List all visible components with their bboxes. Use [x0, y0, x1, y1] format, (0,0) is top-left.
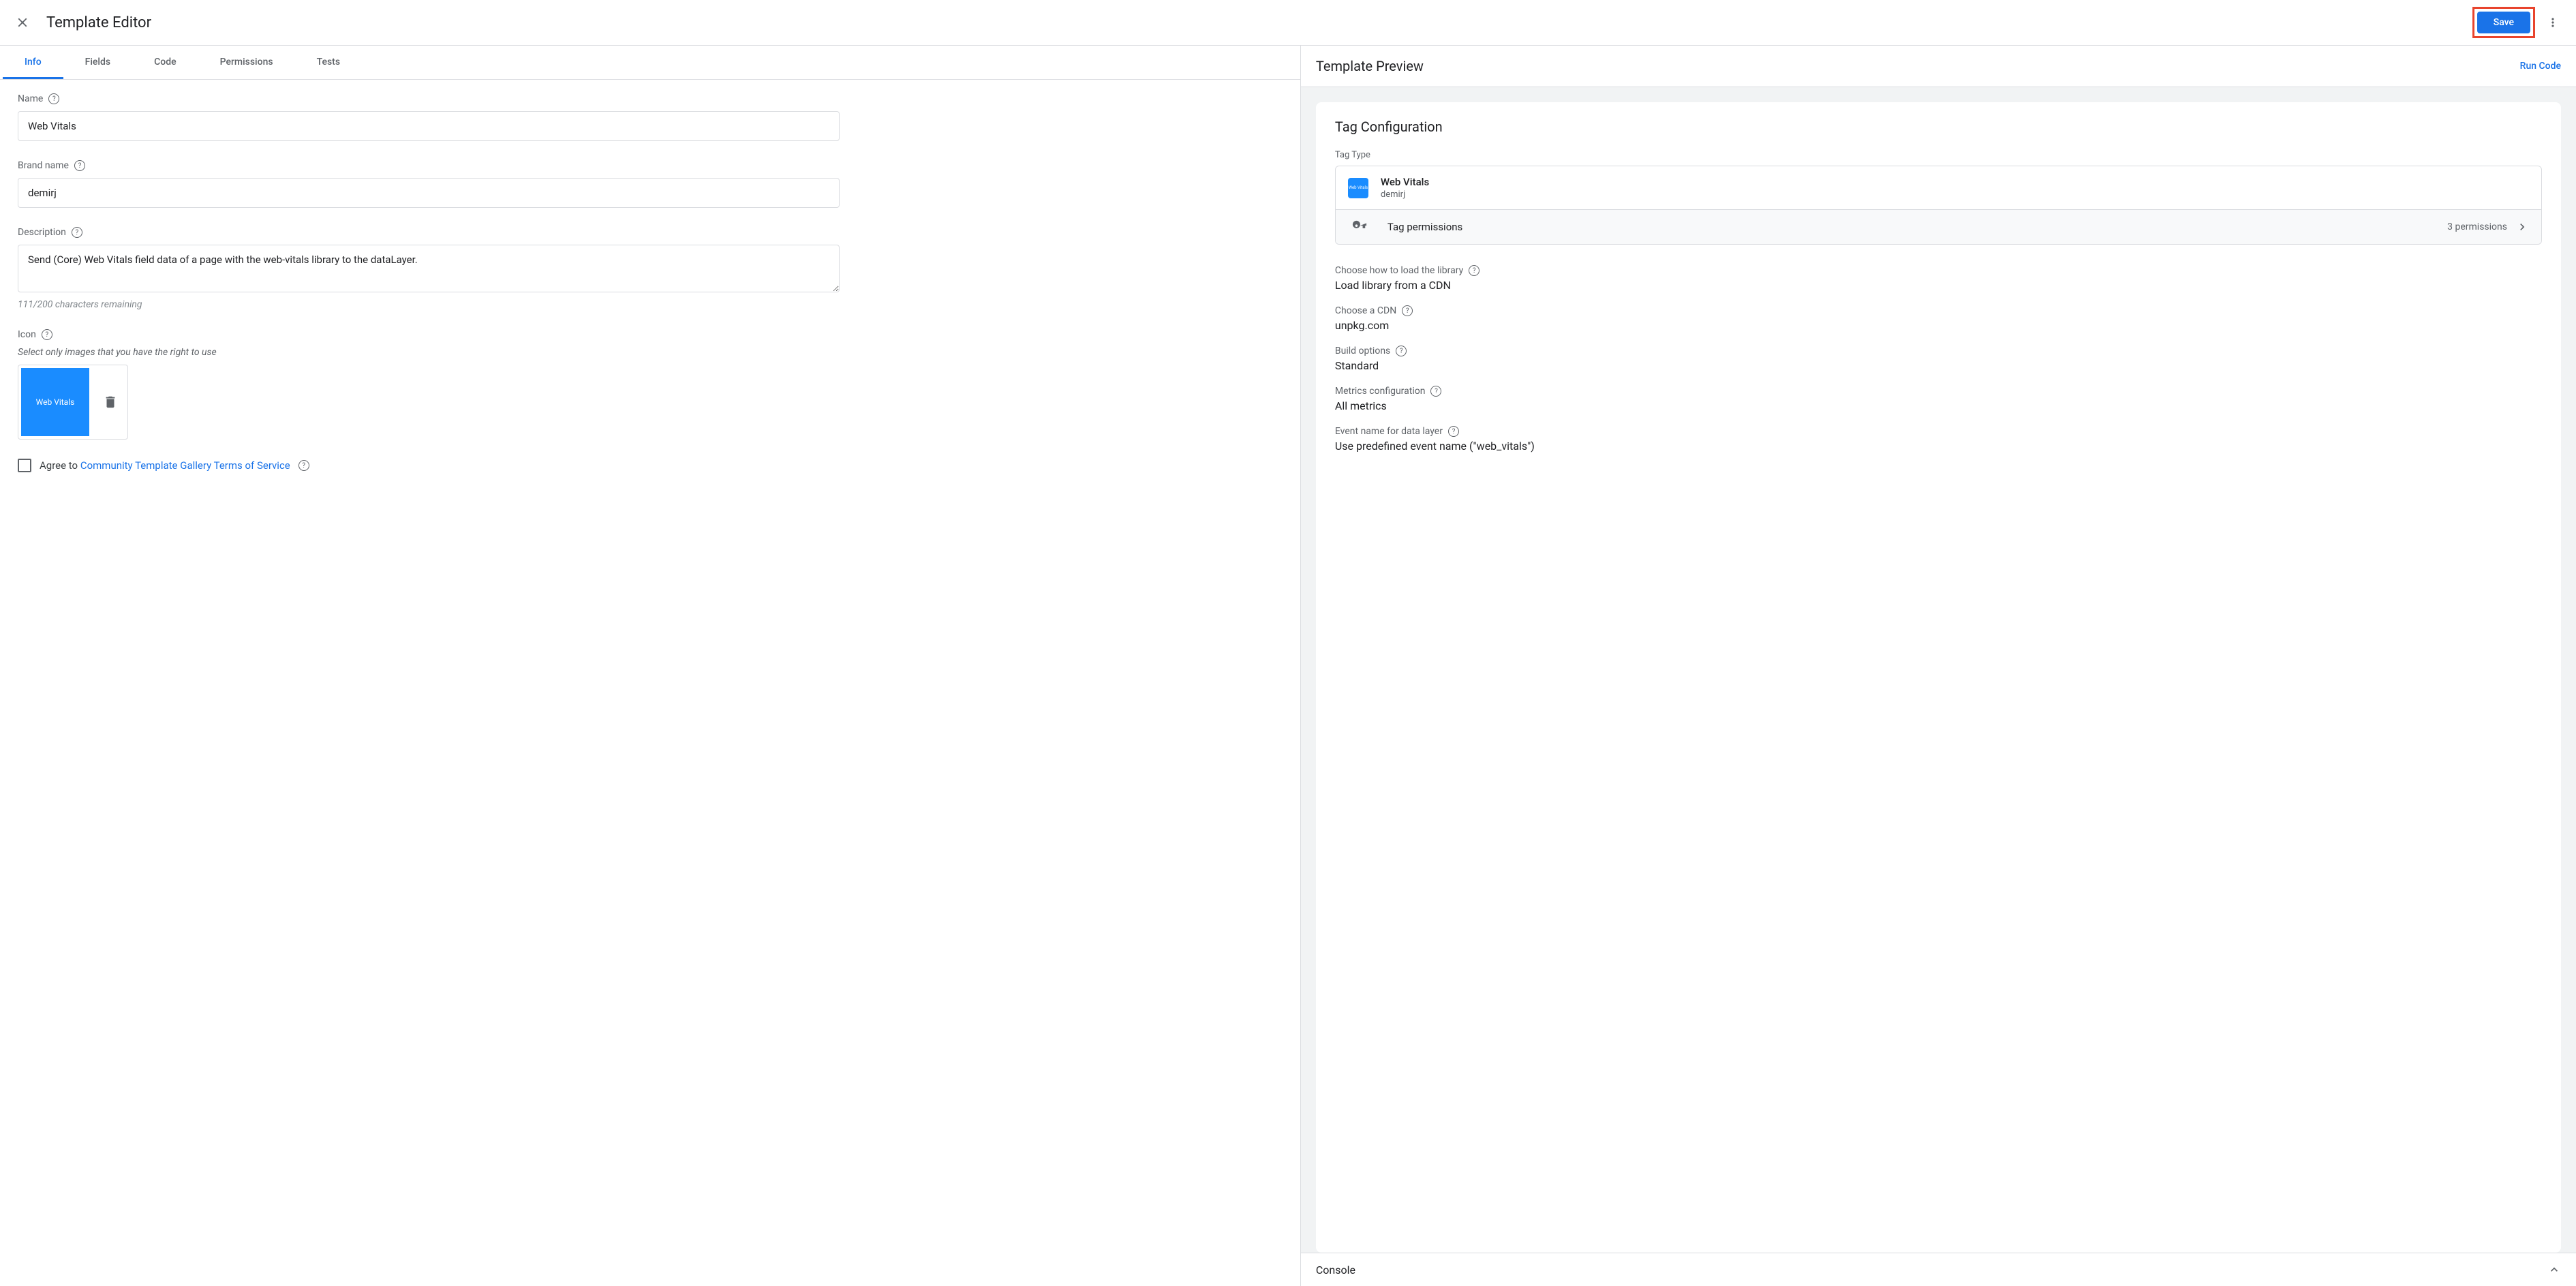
tab-fields[interactable]: Fields [63, 46, 132, 79]
help-icon[interactable]: ? [42, 329, 52, 340]
name-label: Name [18, 93, 43, 104]
config-item: Metrics configuration? All metrics [1335, 386, 2542, 412]
description-textarea[interactable]: Send (Core) Web Vitals field data of a p… [18, 245, 840, 292]
chevron-right-icon [2515, 220, 2529, 234]
config-item: Build options? Standard [1335, 346, 2542, 372]
delete-icon-button[interactable] [96, 388, 125, 416]
preview-pane: Template Preview Run Code Tag Configurat… [1301, 46, 2576, 1286]
trash-icon [103, 395, 118, 410]
tab-permissions[interactable]: Permissions [198, 46, 295, 79]
help-icon[interactable]: ? [72, 227, 82, 238]
tab-code[interactable]: Code [132, 46, 198, 79]
card-title: Tag Configuration [1335, 119, 2542, 135]
icon-label: Icon [18, 329, 36, 340]
brand-input[interactable] [18, 178, 840, 208]
icon-thumbnail[interactable]: Web Vitals [21, 368, 89, 436]
page-title: Template Editor [46, 14, 151, 31]
more-menu-button[interactable] [2541, 10, 2565, 35]
topbar: Template Editor Save [0, 0, 2576, 46]
console-title: Console [1316, 1264, 1355, 1276]
tag-permissions-row[interactable]: Tag permissions 3 permissions [1336, 209, 2541, 244]
tag-name: Web Vitals [1381, 176, 1429, 188]
help-icon[interactable]: ? [1430, 386, 1441, 397]
config-value: All metrics [1335, 399, 2542, 412]
config-label: Event name for data layer [1335, 426, 1443, 437]
run-code-button[interactable]: Run Code [2520, 61, 2561, 72]
config-item: Event name for data layer? Use predefined… [1335, 426, 2542, 453]
tag-type-row[interactable]: Web Vitals Web Vitals demirj [1336, 166, 2541, 209]
tag-type-label: Tag Type [1335, 150, 2542, 160]
tag-type-box: Web Vitals Web Vitals demirj Tag permiss… [1335, 166, 2542, 245]
permissions-label: Tag permissions [1387, 221, 2447, 233]
config-label: Metrics configuration [1335, 386, 1426, 397]
tab-tests[interactable]: Tests [295, 46, 362, 79]
agree-text: Agree to Community Template Gallery Term… [40, 459, 290, 472]
config-label: Build options [1335, 346, 1390, 356]
config-value: unpkg.com [1335, 319, 2542, 332]
form-scroll[interactable]: Name ? Brand name ? Description [0, 80, 1300, 1286]
close-icon [15, 15, 30, 30]
tag-logo: Web Vitals [1348, 178, 1368, 198]
more-vert-icon [2546, 16, 2560, 29]
close-button[interactable] [11, 11, 34, 34]
permissions-count: 3 permissions [2447, 221, 2507, 232]
editor-pane: Info Fields Code Permissions Tests Name … [0, 46, 1301, 1286]
save-button[interactable]: Save [2477, 12, 2530, 33]
tag-configuration-card: Tag Configuration Tag Type Web Vitals We… [1316, 102, 2561, 1253]
tab-info[interactable]: Info [3, 46, 63, 79]
config-label: Choose a CDN [1335, 305, 1396, 316]
description-counter: 111/200 characters remaining [18, 299, 1283, 310]
config-value: Standard [1335, 359, 2542, 372]
config-label: Choose how to load the library [1335, 265, 1463, 276]
help-icon[interactable]: ? [1469, 265, 1479, 276]
terms-link[interactable]: Community Template Gallery Terms of Serv… [80, 459, 290, 472]
icon-picker: Web Vitals [18, 365, 128, 440]
save-highlight-box: Save [2472, 7, 2535, 38]
preview-title: Template Preview [1316, 58, 1424, 74]
help-icon[interactable]: ? [298, 460, 309, 471]
config-item: Choose a CDN? unpkg.com [1335, 305, 2542, 332]
tabs: Info Fields Code Permissions Tests [0, 46, 1300, 80]
chevron-up-icon [2547, 1263, 2561, 1276]
name-input[interactable] [18, 111, 840, 141]
agree-checkbox[interactable] [18, 459, 31, 472]
help-icon[interactable]: ? [1402, 305, 1413, 316]
tag-brand: demirj [1381, 189, 1429, 200]
description-label: Description [18, 227, 66, 238]
console-toggle[interactable]: Console [1301, 1253, 2576, 1286]
key-icon [1352, 219, 1367, 234]
config-value: Use predefined event name ("web_vitals") [1335, 440, 2542, 453]
config-value: Load library from a CDN [1335, 279, 2542, 292]
help-icon[interactable]: ? [1396, 346, 1407, 356]
brand-label: Brand name [18, 160, 69, 171]
help-icon[interactable]: ? [48, 93, 59, 104]
help-icon[interactable]: ? [74, 160, 85, 171]
icon-hint: Select only images that you have the rig… [18, 347, 1283, 358]
config-item: Choose how to load the library? Load libr… [1335, 265, 2542, 292]
help-icon[interactable]: ? [1448, 426, 1459, 437]
